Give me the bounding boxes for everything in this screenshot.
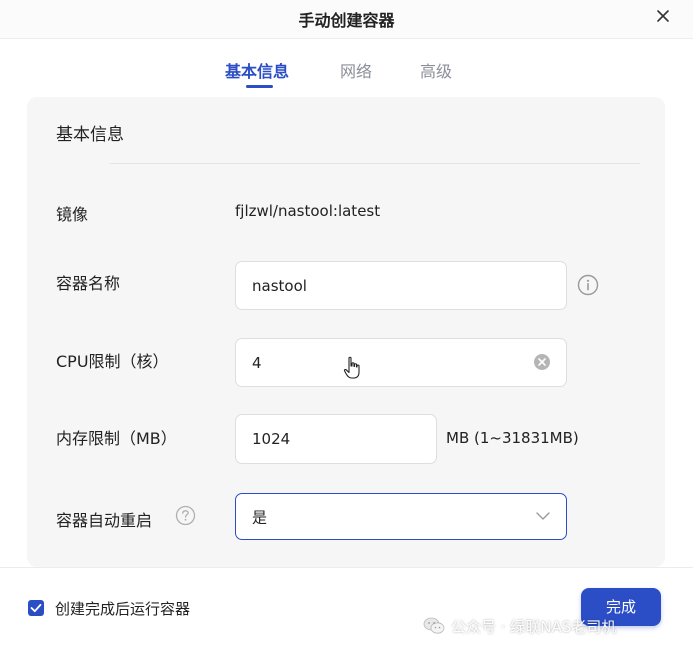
tab-network[interactable]: 网络 [340, 58, 372, 82]
container-name-label: 容器名称 [56, 274, 121, 293]
help-icon[interactable] [175, 505, 196, 526]
run-after-create-label[interactable]: 创建完成后运行容器 [55, 598, 190, 619]
watermark-text: 公众号 · 绿联NAS老司机 [451, 617, 617, 636]
memory-limit-value: 1024 [252, 430, 291, 448]
auto-restart-select[interactable]: 是 [235, 493, 567, 540]
info-icon[interactable] [577, 274, 599, 296]
section-title: 基本信息 [56, 125, 124, 145]
cpu-limit-input[interactable]: 4 [235, 338, 567, 387]
dialog-title: 手动创建容器 [298, 11, 395, 30]
memory-unit-hint: MB (1~31831MB) [446, 429, 579, 447]
section-divider [110, 163, 640, 164]
tab-advanced[interactable]: 高级 [420, 58, 452, 82]
memory-limit-label: 内存限制（MB） [56, 429, 177, 448]
wechat-icon [423, 617, 445, 634]
memory-limit-input[interactable]: 1024 [235, 414, 437, 464]
active-tab-indicator [246, 85, 273, 88]
run-after-create-checkbox[interactable] [28, 600, 44, 616]
auto-restart-label: 容器自动重启 [56, 511, 153, 530]
dialog-header: 手动创建容器 [0, 0, 693, 39]
image-value: fjlzwl/nastool:latest [235, 202, 381, 220]
chevron-down-icon [536, 512, 550, 520]
cpu-limit-value: 4 [252, 353, 262, 372]
image-label: 镜像 [56, 205, 89, 224]
clear-icon[interactable] [533, 353, 551, 371]
hand-cursor-icon [343, 356, 360, 379]
check-icon [30, 603, 42, 613]
tab-bar: 基本信息 网络 高级 [0, 50, 693, 90]
container-name-input[interactable]: nastool [235, 261, 567, 310]
close-icon[interactable] [653, 6, 673, 26]
container-name-value: nastool [252, 276, 307, 295]
tab-basic-info[interactable]: 基本信息 [225, 58, 289, 82]
cpu-limit-label: CPU限制（核） [56, 352, 169, 371]
auto-restart-value: 是 [252, 508, 268, 526]
watermark: 公众号 · 绿联NAS老司机 [423, 616, 616, 636]
